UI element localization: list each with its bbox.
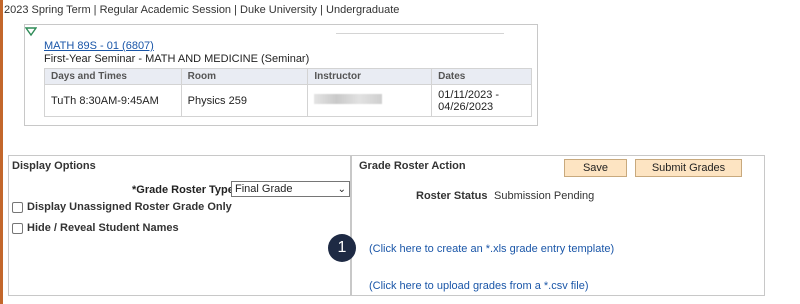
column-header: Room bbox=[180, 68, 309, 85]
table-row: TuTh 8:30AM-9:45AM Physics 259 01/11/202… bbox=[44, 84, 532, 117]
roster-status-label: Roster Status bbox=[416, 190, 488, 202]
column-header: Instructor bbox=[307, 68, 433, 85]
roster-status-value: Submission Pending bbox=[494, 190, 595, 202]
column-header: Days and Times bbox=[44, 68, 182, 85]
dates-cell: 01/11/2023 - 04/26/2023 bbox=[431, 84, 532, 117]
grade-roster-type-select[interactable]: Final Grade ⌄ bbox=[231, 181, 350, 197]
step-callout-badge: 1 bbox=[328, 234, 356, 262]
grade-roster-action-title: Grade Roster Action bbox=[359, 160, 466, 172]
grade-roster-type-value: Final Grade bbox=[235, 183, 293, 195]
chevron-down-icon: ⌄ bbox=[337, 183, 346, 195]
class-description: First-Year Seminar - MATH AND MEDICINE (… bbox=[44, 53, 310, 65]
class-section-box: MATH 89S - 01 (6807) First-Year Seminar … bbox=[24, 24, 538, 126]
days-times-cell: TuTh 8:30AM-9:45AM bbox=[44, 84, 182, 117]
term-header: 2023 Spring Term | Regular Academic Sess… bbox=[4, 4, 400, 16]
hide-names-checkbox[interactable] bbox=[12, 222, 23, 234]
grade-roster-action-panel: Grade Roster Action Save Submit Grades R… bbox=[351, 155, 765, 296]
meeting-table: Days and Times Room Instructor Dates TuT… bbox=[44, 68, 532, 117]
room-cell: Physics 259 bbox=[180, 84, 309, 117]
unassigned-only-label: Display Unassigned Roster Grade Only bbox=[27, 201, 232, 213]
table-header-row: Days and Times Room Instructor Dates bbox=[44, 68, 532, 85]
create-xls-template-link[interactable]: (Click here to create an *.xls grade ent… bbox=[369, 243, 614, 255]
save-button[interactable]: Save bbox=[564, 159, 627, 177]
grade-roster-type-label: *Grade Roster Type bbox=[132, 184, 234, 196]
divider bbox=[336, 33, 504, 34]
display-options-panel: Display Options *Grade Roster Type Final… bbox=[8, 155, 351, 296]
unassigned-only-checkbox[interactable] bbox=[12, 201, 23, 213]
submit-grades-button[interactable]: Submit Grades bbox=[635, 159, 742, 177]
hide-names-label: Hide / Reveal Student Names bbox=[27, 222, 179, 234]
column-header: Dates bbox=[431, 68, 532, 85]
instructor-cell bbox=[307, 84, 433, 117]
left-accent-border bbox=[0, 0, 3, 304]
dates-start: 01/11/2023 - bbox=[438, 88, 500, 101]
unassigned-only-option[interactable]: Display Unassigned Roster Grade Only bbox=[12, 201, 232, 213]
dates-end: 04/26/2023 bbox=[438, 100, 494, 113]
upload-csv-link[interactable]: (Click here to upload grades from a *.cs… bbox=[369, 280, 588, 292]
triangle-down-icon[interactable] bbox=[25, 27, 37, 37]
class-section-link[interactable]: MATH 89S - 01 (6807) bbox=[44, 40, 154, 52]
display-options-title: Display Options bbox=[12, 160, 96, 172]
redacted-instructor-name bbox=[314, 94, 383, 104]
hide-names-option[interactable]: Hide / Reveal Student Names bbox=[12, 222, 179, 234]
